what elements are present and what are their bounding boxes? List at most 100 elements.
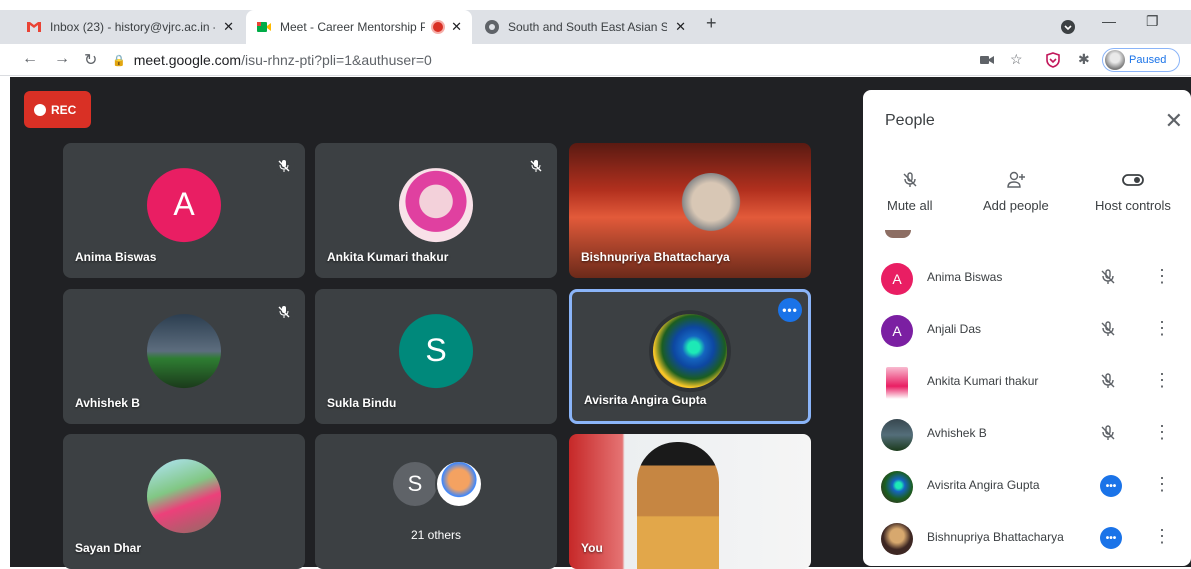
action-label: Mute all bbox=[887, 198, 933, 213]
participant-avatar bbox=[886, 367, 908, 399]
record-dot-icon bbox=[34, 103, 46, 116]
participant-video-tile[interactable]: Bishnupriya Bhattacharya bbox=[569, 143, 811, 278]
more-vert-icon[interactable]: ⋮ bbox=[1153, 371, 1171, 389]
mic-off-icon[interactable] bbox=[1099, 424, 1117, 447]
minimize-icon[interactable]: — bbox=[1102, 13, 1116, 29]
participant-tile[interactable]: Sayan Dhar bbox=[63, 434, 305, 569]
avatar bbox=[147, 458, 221, 533]
tab-title: South and South East Asian Stud bbox=[508, 20, 668, 34]
participant-name: Sayan Dhar bbox=[75, 541, 142, 555]
mic-off-icon[interactable] bbox=[1099, 320, 1117, 343]
participant-name: Avisrita Angira Gupta bbox=[584, 393, 707, 407]
participant-avatar bbox=[881, 471, 913, 503]
address-bar: ← → ↻ 🔒 meet.google.com/isu-rhnz-pti?pli… bbox=[0, 44, 1191, 76]
participant-avatar bbox=[881, 523, 913, 555]
self-video-tile[interactable]: You bbox=[569, 434, 811, 569]
meet-icon bbox=[257, 22, 271, 32]
avatar bbox=[147, 313, 221, 388]
forward-icon[interactable]: → bbox=[54, 50, 70, 68]
participant-tile-speaking[interactable]: ••• Avisrita Angira Gupta bbox=[569, 289, 811, 424]
speaking-indicator-icon: ••• bbox=[1100, 527, 1122, 549]
add-people-button[interactable]: Add people bbox=[983, 170, 1049, 213]
tab-title: Inbox (23) - history@vjrc.ac.in - v bbox=[50, 20, 216, 34]
mic-off-icon[interactable] bbox=[1099, 268, 1117, 291]
browser-window: Inbox (23) - history@vjrc.ac.in - v ✕ Me… bbox=[0, 0, 1191, 569]
partial-list-avatar bbox=[885, 230, 911, 238]
participant-avatar: A bbox=[881, 315, 913, 347]
tab-meet[interactable]: Meet - Career Mentorship Pr ✕ bbox=[246, 10, 472, 44]
mute-all-button[interactable]: Mute all bbox=[887, 170, 933, 213]
participant-tile[interactable]: Ankita Kumari thakur bbox=[315, 143, 557, 278]
close-icon[interactable]: ✕ bbox=[1165, 108, 1183, 134]
participant-tile[interactable]: Avhishek B bbox=[63, 289, 305, 424]
participant-avatar: A bbox=[881, 263, 913, 295]
profile-avatar bbox=[1105, 50, 1125, 70]
people-panel: People ✕ Mute all Add people Host contro… bbox=[863, 90, 1191, 566]
avatar bbox=[399, 167, 473, 242]
close-tab-icon[interactable]: ✕ bbox=[451, 19, 462, 35]
participant-avatar bbox=[881, 419, 913, 451]
back-icon[interactable]: ← bbox=[22, 50, 38, 68]
action-label: Add people bbox=[983, 198, 1049, 213]
participant-row[interactable]: Ankita Kumari thakur ⋮ bbox=[863, 356, 1191, 408]
mic-off-icon bbox=[901, 170, 919, 190]
mic-off-icon bbox=[273, 155, 295, 177]
more-vert-icon[interactable]: ⋮ bbox=[1153, 527, 1171, 545]
toggle-icon bbox=[1122, 170, 1144, 190]
participant-name: Bishnupriya Bhattacharya bbox=[581, 250, 730, 264]
participant-name: Sukla Bindu bbox=[327, 396, 397, 410]
participant-tile[interactable]: A Anima Biswas bbox=[63, 143, 305, 278]
profile-status: Paused bbox=[1129, 54, 1167, 66]
recording-icon bbox=[433, 22, 444, 32]
tab-inbox[interactable]: Inbox (23) - history@vjrc.ac.in - v ✕ bbox=[16, 10, 244, 44]
avatar: S bbox=[393, 462, 437, 506]
more-vert-icon[interactable]: ⋮ bbox=[1153, 475, 1171, 493]
more-vert-icon[interactable]: ⋮ bbox=[1153, 267, 1171, 285]
avatar: A bbox=[147, 167, 221, 242]
participant-row[interactable]: Bishnupriya Bhattacharya ••• ⋮ bbox=[863, 512, 1191, 564]
mic-off-icon[interactable] bbox=[1099, 372, 1117, 395]
participant-name: Avhishek B bbox=[75, 396, 140, 410]
participant-tile[interactable]: S Sukla Bindu bbox=[315, 289, 557, 424]
gmail-icon bbox=[27, 22, 41, 32]
url-host: meet.google.com bbox=[133, 52, 242, 68]
host-controls-button[interactable]: Host controls bbox=[1095, 170, 1171, 213]
others-tile[interactable]: S 21 others bbox=[315, 434, 557, 569]
more-vert-icon[interactable]: ⋮ bbox=[1153, 423, 1171, 441]
participant-name: Anima Biswas bbox=[927, 270, 1003, 284]
video-feed bbox=[679, 173, 743, 237]
video-feed bbox=[637, 442, 719, 569]
recording-badge: REC bbox=[24, 91, 91, 128]
tab-bar: Inbox (23) - history@vjrc.ac.in - v ✕ Me… bbox=[0, 10, 1191, 44]
participant-name: Avhishek B bbox=[927, 426, 987, 440]
camera-icon[interactable] bbox=[980, 54, 994, 66]
site-icon bbox=[485, 20, 499, 34]
lock-icon: 🔒 bbox=[112, 54, 126, 67]
close-tab-icon[interactable]: ✕ bbox=[223, 19, 234, 35]
avatar bbox=[653, 313, 727, 388]
action-label: Host controls bbox=[1095, 198, 1171, 213]
tab-south-asian[interactable]: South and South East Asian Stud ✕ bbox=[474, 10, 696, 44]
participant-row[interactable]: Avhishek B ⋮ bbox=[863, 408, 1191, 460]
mic-off-icon bbox=[273, 301, 295, 323]
extensions-puzzle-icon[interactable]: ✱ bbox=[1078, 51, 1090, 68]
participant-name: Anima Biswas bbox=[75, 250, 157, 264]
close-tab-icon[interactable]: ✕ bbox=[675, 19, 686, 35]
more-vert-icon[interactable]: ⋮ bbox=[1153, 319, 1171, 337]
add-person-icon bbox=[1006, 170, 1026, 190]
participant-row[interactable]: Avisrita Angira Gupta ••• ⋮ bbox=[863, 460, 1191, 512]
participant-name: Ankita Kumari thakur bbox=[327, 250, 449, 264]
panel-title: People bbox=[885, 112, 935, 129]
tab-search-icon[interactable] bbox=[1060, 19, 1076, 35]
reload-icon[interactable]: ↻ bbox=[84, 50, 97, 70]
restore-icon[interactable]: ❐ bbox=[1146, 13, 1159, 30]
new-tab-button[interactable]: + bbox=[706, 13, 717, 34]
bookmark-star-icon[interactable]: ☆ bbox=[1010, 51, 1023, 68]
more-options-icon[interactable]: ••• bbox=[778, 298, 802, 322]
participant-row[interactable]: A Anima Biswas ⋮ bbox=[863, 252, 1191, 304]
extension-shield-icon[interactable] bbox=[1046, 52, 1060, 68]
url-field[interactable]: 🔒 meet.google.com/isu-rhnz-pti?pli=1&aut… bbox=[112, 48, 972, 72]
profile-button[interactable]: Paused bbox=[1102, 48, 1180, 72]
participant-row[interactable]: A Anjali Das ⋮ bbox=[863, 304, 1191, 356]
participant-name: You bbox=[581, 541, 603, 555]
